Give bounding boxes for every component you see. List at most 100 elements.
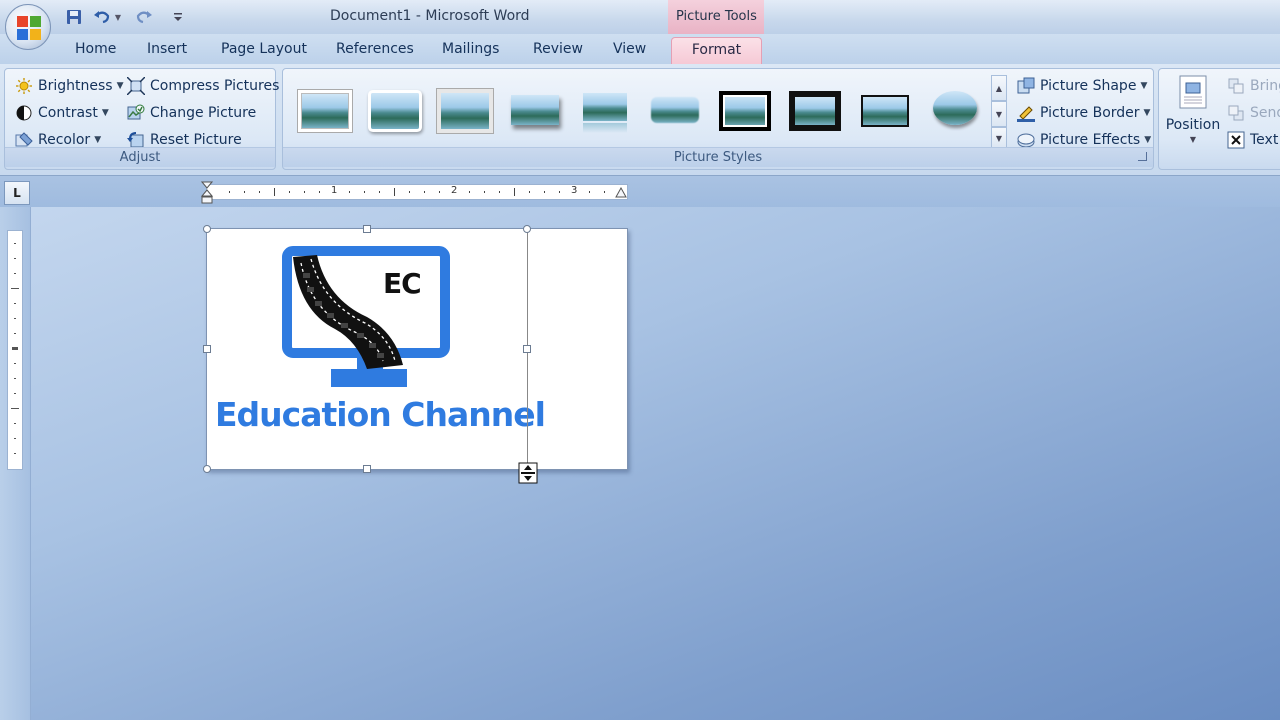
picture-styles-label: Picture Styles [673,150,763,165]
picture-shape-icon [1017,77,1035,95]
tab-home[interactable]: Home [75,41,116,57]
ruler-ticks [229,188,605,196]
office-button[interactable] [5,4,51,50]
resize-handle-top-right[interactable] [523,225,531,233]
horizontal-ruler[interactable]: 1 2 3 [201,181,628,204]
tab-mailings[interactable]: Mailings [442,41,499,57]
picture-effects-label: Picture Effects [1040,132,1141,148]
tab-selector-button[interactable]: L [4,181,30,205]
compress-pictures-button[interactable]: Compress Pictures [127,77,279,95]
gallery-scroll-up-button[interactable]: ▲ [991,75,1007,101]
resize-cursor-icon [518,462,538,484]
adjust-group: Brightness ▼ Contrast ▼ Recolor ▼ Compress … [4,68,279,170]
selected-picture[interactable]: EC Education Channel [207,229,546,469]
text-wrapping-icon [1227,131,1245,149]
adjust-group-label: Adjust [5,147,275,167]
picture-border-icon [1017,104,1035,122]
gallery-more-button[interactable]: ▼ [991,127,1007,149]
logo-ec-text: EC [383,267,422,300]
ruler-bar [0,177,1280,207]
chevron-down-icon: ▼ [1189,135,1197,144]
save-icon[interactable] [64,7,84,27]
indent-marker-icon[interactable] [201,181,213,205]
picture-style-oval[interactable] [927,89,983,133]
undo-icon[interactable] [92,7,112,27]
picture-style-thick-matte-black[interactable] [787,89,843,133]
tab-insert[interactable]: Insert [147,41,187,57]
compress-pictures-icon [127,77,145,95]
recolor-label: Recolor [38,132,91,148]
tab-view[interactable]: View [613,41,646,57]
picture-styles-group: ▲ ▼ ▼ Picture Shape ▼ Picture Border ▼ Pic… [282,68,1154,170]
picture-shape-button[interactable]: Picture Shape ▼ [1017,77,1147,95]
contrast-label: Contrast [38,105,98,121]
bring-to-front-icon [1227,77,1245,95]
change-picture-icon [127,104,145,122]
brightness-icon [15,77,33,95]
ruler-number-2: 2 [451,185,458,196]
tab-page-layout[interactable]: Page Layout [221,41,307,57]
ruler-number-1: 1 [331,185,338,196]
undo-dropdown-icon[interactable]: ▼ [112,7,124,27]
logo-caption-text: Education Channel [215,395,546,434]
arrange-group: Position ▼ Bring Send Text V [1158,68,1280,170]
contrast-button[interactable]: Contrast ▼ [15,104,109,122]
text-wrapping-button[interactable]: Text V [1227,131,1280,149]
ribbon-tab-row: Home Insert Page Layout References Maili… [0,34,1280,64]
tab-format[interactable]: Format [671,37,762,67]
vertical-ruler[interactable] [7,230,23,470]
dialog-launcher-icon[interactable] [1138,152,1147,161]
position-button[interactable]: Position ▼ [1165,75,1221,155]
picture-border-button[interactable]: Picture Border ▼ [1017,104,1150,122]
position-label: Position [1165,117,1221,133]
picture-style-double-frame-black[interactable] [717,89,773,133]
chevron-down-icon: ▼ [1140,81,1148,91]
picture-tools-label: Picture Tools [676,9,757,24]
gallery-scroll-down-button[interactable]: ▼ [991,101,1007,127]
send-to-back-icon [1227,104,1245,122]
right-indent-marker-icon[interactable] [615,187,627,199]
resize-handle-bottom-left[interactable] [203,465,211,473]
tab-references[interactable]: References [336,41,414,57]
chevron-down-icon: ▼ [116,81,124,91]
window-title: Document1 - Microsoft Word [330,8,530,24]
position-icon [1179,75,1207,109]
tab-review[interactable]: Review [533,41,583,57]
picture-style-beveled-matte[interactable] [437,89,493,133]
change-picture-label: Change Picture [150,105,257,121]
chevron-down-icon: ▼ [94,135,102,145]
send-to-back-button[interactable]: Send [1227,104,1280,122]
chevron-down-icon: ▼ [1143,108,1151,118]
bring-to-front-label: Bring [1250,78,1280,94]
picture-style-reflected[interactable] [577,89,633,133]
picture-style-soft-edge-oval[interactable] [647,89,703,133]
picture-shape-label: Picture Shape [1040,78,1137,94]
document-page[interactable]: EC Education Channel [203,225,628,473]
resize-handle-left[interactable] [203,345,211,353]
picture-border-label: Picture Border [1040,105,1140,121]
redo-icon[interactable] [134,7,154,27]
text-wrapping-label: Text V [1250,132,1280,148]
picture-style-soft-edge[interactable] [367,89,423,133]
resize-handle-top[interactable] [363,225,371,233]
picture-style-simple-frame-white[interactable] [297,89,353,133]
chevron-down-icon: ▼ [1144,135,1152,145]
resize-handle-bottom[interactable] [363,465,371,473]
change-picture-button[interactable]: Change Picture [127,104,256,122]
tab-format-label: Format [691,42,742,58]
reset-picture-label: Reset Picture [150,132,242,148]
bring-to-front-button[interactable]: Bring [1227,77,1280,95]
vertical-ruler-ticks [11,243,19,454]
office-logo-icon [17,16,41,40]
send-to-back-label: Send [1250,105,1280,121]
brightness-label: Brightness [38,78,113,94]
brightness-button[interactable]: Brightness ▼ [15,77,124,95]
ribbon: Brightness ▼ Contrast ▼ Recolor ▼ Compress … [0,64,1280,176]
picture-style-simple-frame-black[interactable] [857,89,913,133]
resize-handle-right[interactable] [523,345,531,353]
customize-qat-icon[interactable] [170,7,186,27]
picture-style-drop-shadow[interactable] [507,89,563,133]
resize-handle-top-left[interactable] [203,225,211,233]
chevron-down-icon: ▼ [101,108,109,118]
contrast-icon [15,104,33,122]
